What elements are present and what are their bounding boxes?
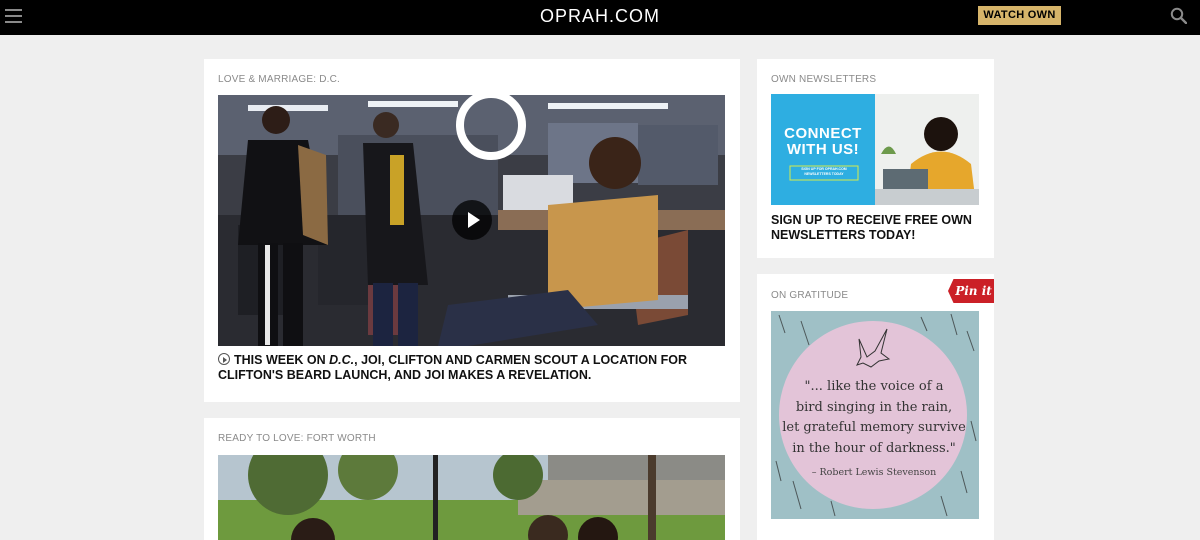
- card-category-label[interactable]: OWN NEWSLETTERS: [771, 74, 876, 85]
- promo-headline-line2: WITH US!: [786, 141, 860, 158]
- quote-line: bird singing in the rain,: [795, 399, 953, 415]
- site-logo-link[interactable]: OPRAH.COM: [540, 6, 660, 26]
- promo-headline-line1: CONNECT: [784, 125, 862, 142]
- gratitude-quote-image[interactable]: "... like the voice of a bird singing in…: [771, 311, 979, 519]
- promo-small-line2: NEWSLETTERS TODAY: [804, 172, 844, 176]
- feature-card-ready-to-love: READY TO LOVE: FORT WORTH: [204, 418, 740, 540]
- newsletter-card: OWN NEWSLETTERS CONNECT WITH US! SIGN UP…: [757, 59, 994, 258]
- watch-own-button[interactable]: WATCH OWN: [978, 6, 1061, 25]
- promo-small-line1: SIGN UP FOR OPRAH.COM: [801, 167, 847, 171]
- article-thumbnail[interactable]: [218, 455, 725, 540]
- top-navigation-bar: OPRAH.COM WATCH OWN: [0, 0, 1200, 35]
- park-scene-image: [218, 455, 725, 540]
- video-thumbnail[interactable]: [218, 95, 725, 346]
- card-category-label[interactable]: ON GRATITUDE: [771, 290, 848, 301]
- newsletter-headline[interactable]: SIGN UP TO RECEIVE FREE OWN NEWSLETTERS …: [771, 213, 981, 243]
- feature-card-love-marriage-dc: LOVE & MARRIAGE: D.C. THIS WEEK ON D.C.,…: [204, 59, 740, 402]
- quote-line: "... like the voice of a: [804, 379, 944, 394]
- quote-line: in the hour of darkness.": [792, 440, 956, 456]
- gratitude-quote: "... like the voice of a bird singing in…: [771, 377, 977, 459]
- card-category-label[interactable]: LOVE & MARRIAGE: D.C.: [218, 74, 340, 85]
- play-icon[interactable]: [452, 200, 492, 240]
- pinterest-pin-button[interactable]: Pin it: [948, 279, 994, 303]
- headline-text-start: THIS WEEK ON: [234, 353, 330, 367]
- hamburger-menu-icon[interactable]: [5, 9, 22, 23]
- feature-headline[interactable]: THIS WEEK ON D.C., JOI, CLIFTON AND CARM…: [218, 353, 708, 383]
- gratitude-card: ON GRATITUDE "... like the voice of a bi…: [757, 274, 994, 540]
- newsletter-promo-image[interactable]: CONNECT WITH US! SIGN UP FOR OPRAH.COM N…: [771, 94, 979, 205]
- headline-show-title: D.C.: [329, 353, 355, 367]
- card-category-label[interactable]: READY TO LOVE: FORT WORTH: [218, 433, 376, 444]
- video-play-icon: [218, 353, 230, 365]
- quote-line: let grateful memory survive: [782, 420, 966, 435]
- search-icon[interactable]: [1170, 7, 1187, 24]
- quote-author: – Robert Lewis Stevenson: [811, 467, 937, 478]
